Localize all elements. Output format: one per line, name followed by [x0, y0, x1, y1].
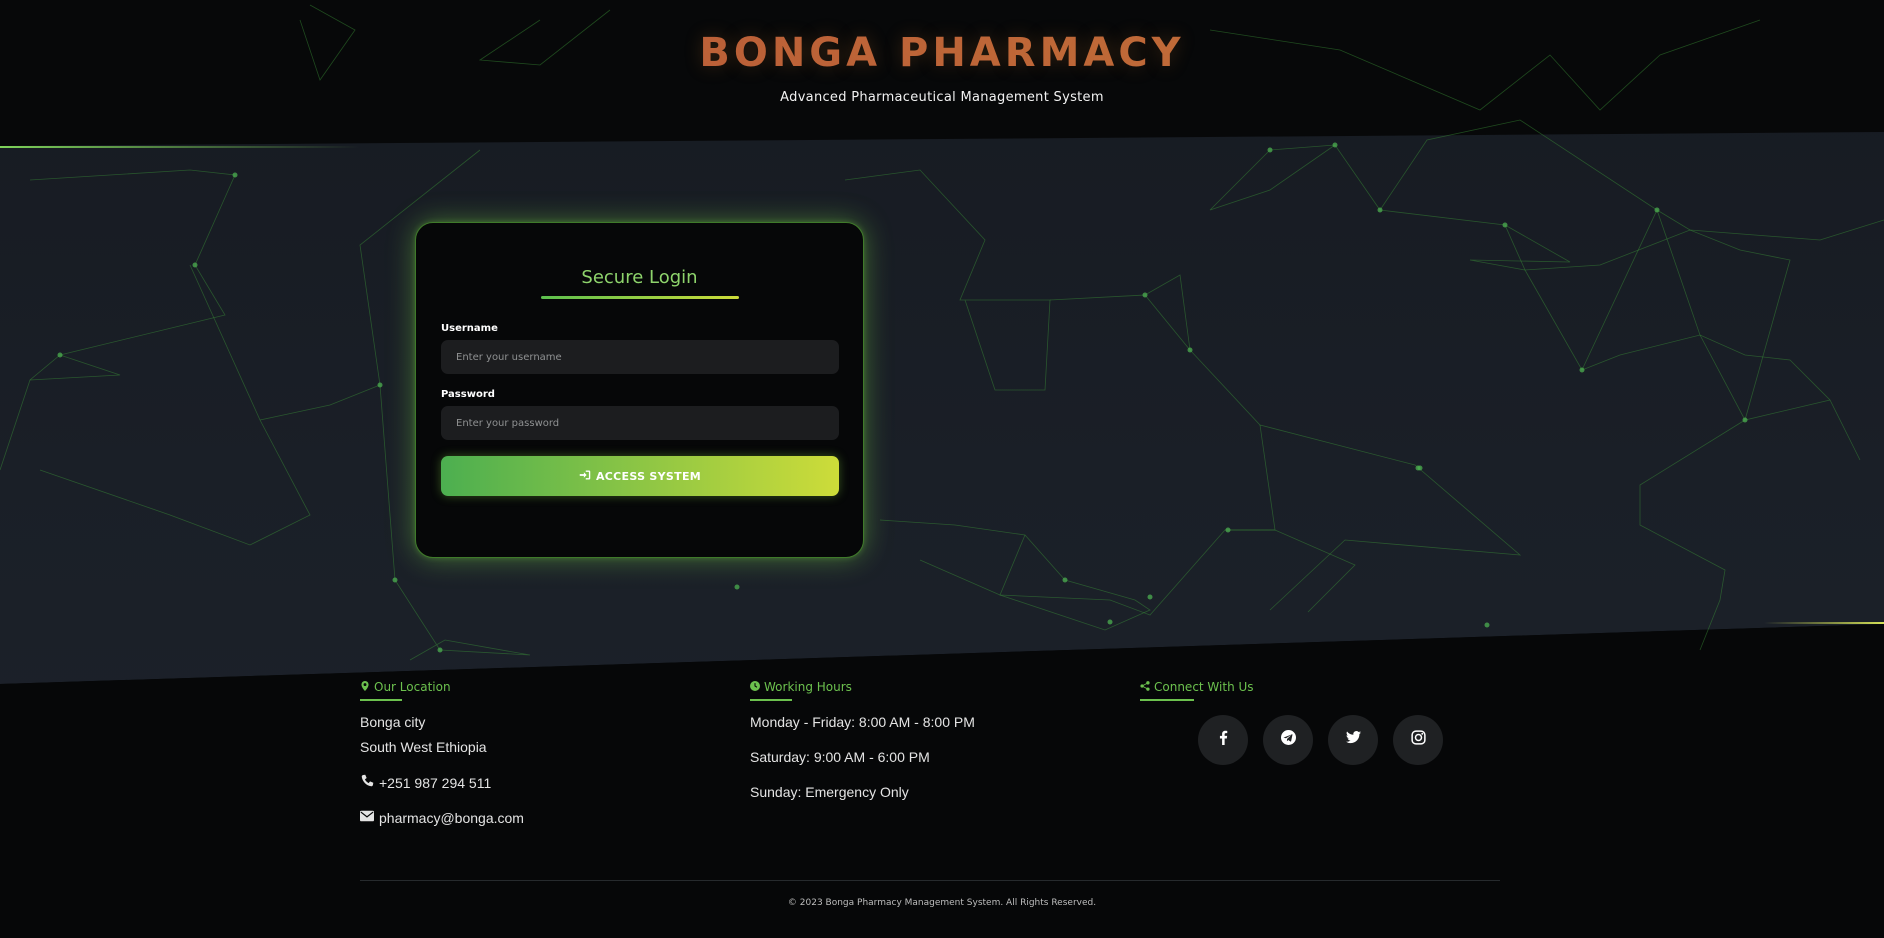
footer-divider [360, 880, 1500, 881]
share-icon [1140, 680, 1150, 694]
map-marker-icon [360, 680, 370, 694]
location-region: South West Ethiopia [360, 739, 487, 755]
login-card: Secure Login Username Password ACCESS SY… [415, 222, 864, 558]
envelope-icon [360, 809, 374, 826]
accent-line-left [0, 146, 360, 148]
email-address[interactable]: pharmacy@bonga.com [379, 810, 524, 826]
email-line: pharmacy@bonga.com [360, 809, 524, 826]
hours-sunday: Sunday: Emergency Only [750, 784, 909, 800]
username-input[interactable] [441, 340, 839, 374]
sign-in-icon [579, 469, 591, 484]
telegram-button[interactable] [1263, 715, 1313, 765]
hours-heading-text: Working Hours [764, 680, 852, 694]
location-city: Bonga city [360, 714, 426, 730]
twitter-button[interactable] [1328, 715, 1378, 765]
social-heading-text: Connect With Us [1154, 680, 1254, 694]
brand-subtitle: Advanced Pharmaceutical Management Syste… [780, 90, 1104, 105]
phone-icon [360, 774, 374, 791]
location-heading-text: Our Location [374, 680, 451, 694]
site-header: BONGA PHARMACY Advanced Pharmaceutical M… [0, 30, 1884, 105]
hours-section: Working Hours Monday - Friday: 8:00 AM -… [750, 680, 975, 800]
instagram-icon [1410, 730, 1426, 750]
access-system-label: ACCESS SYSTEM [595, 469, 702, 483]
access-system-button[interactable]: ACCESS SYSTEM [441, 456, 839, 496]
social-section: Connect With Us [1140, 680, 1443, 765]
hours-saturday: Saturday: 9:00 AM - 6:00 PM [750, 749, 930, 765]
location-section: Our Location Bonga city South West Ethio… [360, 680, 524, 826]
facebook-button[interactable] [1198, 715, 1248, 765]
telegram-icon [1280, 730, 1296, 750]
login-title: Secure Login [581, 267, 698, 288]
phone-number: +251 987 294 511 [379, 774, 492, 791]
hours-heading-underline [750, 699, 792, 701]
social-heading-underline [1140, 699, 1194, 701]
username-label: Username [441, 323, 498, 334]
brand-title: BONGA PHARMACY [0, 30, 1884, 76]
hours-heading: Working Hours [750, 680, 975, 694]
location-heading: Our Location [360, 680, 524, 694]
facebook-icon [1216, 730, 1231, 750]
copyright-text: © 2023 Bonga Pharmacy Management System.… [787, 898, 1097, 908]
phone-line: +251 987 294 511 [360, 774, 524, 791]
hours-weekdays: Monday - Friday: 8:00 AM - 8:00 PM [750, 714, 975, 730]
location-heading-underline [360, 699, 402, 701]
instagram-button[interactable] [1393, 715, 1443, 765]
password-label: Password [441, 389, 495, 400]
clock-icon [750, 680, 760, 694]
social-heading: Connect With Us [1140, 680, 1443, 694]
social-links [1198, 715, 1443, 765]
login-title-underline [540, 296, 739, 299]
password-input[interactable] [441, 406, 839, 440]
accent-line-right [1764, 622, 1884, 624]
twitter-icon [1345, 730, 1361, 750]
